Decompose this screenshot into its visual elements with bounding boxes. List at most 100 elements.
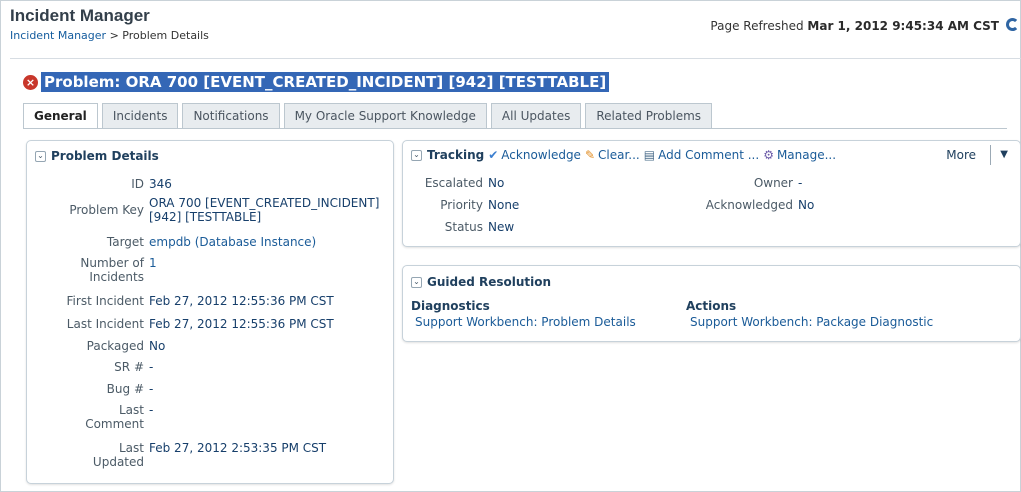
tracking-title: Tracking	[427, 148, 485, 162]
comment-icon: ▤	[643, 148, 656, 162]
number-of-incidents-value: 1	[149, 256, 157, 270]
id-label: ID	[131, 177, 144, 191]
problem-key-label: Problem Key	[69, 203, 144, 217]
field-escalated: Escalated No	[403, 176, 505, 190]
guided-resolution-header[interactable]: ⌄ Guided Resolution	[411, 275, 551, 289]
problem-details-panel: ⌄ Problem Details ID 346 Problem Key ORA…	[26, 140, 394, 484]
last-comment-label-line2: Comment	[85, 417, 144, 431]
header-divider	[10, 58, 1021, 59]
number-of-incidents-label-line2: Incidents	[89, 270, 144, 284]
field-last-updated: Last Updated Feb 27, 2012 2:53:35 PM CST	[27, 441, 326, 469]
page-refreshed: Page Refreshed Mar 1, 2012 9:45:34 AM CS…	[710, 19, 999, 33]
dropdown-arrow-icon[interactable]: ▼	[1000, 149, 1008, 160]
refresh-icon[interactable]	[1006, 18, 1019, 31]
number-of-incidents-link[interactable]: 1	[149, 256, 157, 270]
tab-related-problems[interactable]: Related Problems	[585, 103, 713, 128]
last-updated-label-line1: Last	[119, 441, 144, 455]
manage-label: Manage...	[776, 148, 837, 162]
refresh-label: Page Refreshed	[710, 19, 808, 33]
status-label: Status	[444, 220, 483, 234]
last-comment-value: -	[149, 403, 154, 417]
owner-label: Owner	[753, 176, 793, 190]
tab-incidents[interactable]: Incidents	[101, 103, 179, 128]
last-updated-value: Feb 27, 2012 2:53:35 PM CST	[149, 441, 327, 455]
refresh-time: Mar 1, 2012 9:45:34 AM CST	[807, 19, 999, 33]
sr-label: SR #	[114, 360, 144, 374]
field-problem-key: Problem Key	[27, 203, 149, 217]
owner-value: -	[798, 176, 803, 190]
more-menu-button[interactable]: More	[946, 148, 976, 162]
breadcrumb-incident-manager[interactable]: Incident Manager	[10, 29, 106, 42]
number-of-incidents-label-line1: Number of	[80, 256, 144, 270]
app-title: Incident Manager	[10, 6, 150, 25]
breadcrumb-current: Problem Details	[122, 29, 209, 42]
breadcrumb-separator: >	[106, 29, 123, 42]
field-id: ID 346	[27, 177, 172, 191]
support-workbench-problem-details-link[interactable]: Support Workbench: Problem Details	[415, 315, 636, 329]
guided-resolution-panel: ⌄ Guided Resolution Diagnostics Support …	[402, 265, 1021, 342]
problem-key-value-line2: [942] [TESTTABLE]	[149, 210, 262, 224]
escalated-value: No	[488, 176, 505, 190]
first-incident-label: First Incident	[66, 294, 144, 308]
tab-all-updates[interactable]: All Updates	[490, 103, 582, 128]
actions-heading: Actions	[686, 299, 737, 313]
packaged-value: No	[149, 339, 166, 353]
problem-title-bar: × Problem: ORA 700 [EVENT_CREATED_INCIDE…	[23, 71, 610, 93]
bug-value: -	[149, 382, 154, 396]
field-target: Target empdb (Database Instance)	[27, 235, 316, 249]
tab-bar: General Incidents Notifications My Oracl…	[23, 103, 716, 129]
support-workbench-package-diagnostic-link[interactable]: Support Workbench: Package Diagnostic	[690, 315, 933, 329]
field-last-incident: Last Incident Feb 27, 2012 12:55:36 PM C…	[27, 317, 334, 331]
collapse-chevron-icon[interactable]: ⌄	[35, 150, 46, 162]
tab-notifications[interactable]: Notifications	[182, 103, 280, 128]
add-comment-button[interactable]: ▤ Add Comment ...	[644, 148, 759, 162]
field-acknowledged: Acknowledged No	[663, 198, 815, 212]
acknowledge-button[interactable]: ✔ Acknowledge	[488, 148, 581, 162]
last-updated-label: Last Updated	[27, 441, 149, 469]
manage-users-icon: ⚙	[763, 148, 774, 162]
last-incident-value: Feb 27, 2012 12:55:36 PM CST	[149, 317, 334, 331]
escalated-label: Escalated	[424, 176, 483, 190]
problem-details-title: Problem Details	[51, 149, 159, 163]
field-first-incident: First Incident Feb 27, 2012 12:55:36 PM …	[27, 294, 334, 308]
last-updated-label-line2: Updated	[92, 455, 144, 469]
breadcrumb: Incident Manager > Problem Details	[10, 29, 209, 42]
priority-value: None	[488, 198, 520, 212]
field-number-of-incidents: Number of Incidents	[27, 256, 149, 284]
packaged-label: Packaged	[86, 339, 144, 353]
target-label: Target	[106, 235, 144, 249]
last-incident-label: Last Incident	[66, 317, 144, 331]
problem-key-value-line1: ORA 700 [EVENT_CREATED_INCIDENT]	[149, 196, 380, 210]
clear-button[interactable]: ✎ Clear...	[585, 148, 640, 162]
field-priority: Priority None	[403, 198, 519, 212]
collapse-chevron-icon[interactable]: ⌄	[411, 276, 422, 288]
eraser-icon: ✎	[584, 148, 595, 162]
tab-general[interactable]: General	[23, 103, 98, 129]
number-of-incidents-label: Number of Incidents	[27, 256, 149, 284]
problem-title: Problem: ORA 700 [EVENT_CREATED_INCIDENT…	[41, 72, 610, 92]
manage-button[interactable]: ⚙ Manage...	[763, 148, 836, 162]
last-comment-label-line1: Last	[119, 403, 144, 417]
field-status: Status New	[403, 220, 514, 234]
target-link[interactable]: empdb (Database Instance)	[149, 235, 316, 249]
collapse-chevron-icon[interactable]: ⌄	[411, 149, 422, 161]
field-owner: Owner -	[663, 176, 803, 190]
acknowledged-value: No	[798, 198, 815, 212]
error-icon: ×	[23, 74, 38, 90]
field-packaged: Packaged No	[27, 339, 166, 353]
acknowledge-label: Acknowledge	[501, 148, 581, 162]
tabs-underline	[23, 128, 1007, 129]
checkmark-icon: ✔	[488, 148, 499, 162]
bug-label: Bug #	[106, 382, 144, 396]
field-bug-number: Bug # -	[27, 382, 154, 396]
clear-label: Clear...	[598, 148, 640, 162]
problem-key-value: ORA 700 [EVENT_CREATED_INCIDENT] [942] […	[149, 196, 379, 224]
tab-my-oracle-support-knowledge[interactable]: My Oracle Support Knowledge	[283, 103, 487, 128]
problem-details-header[interactable]: ⌄ Problem Details	[35, 149, 159, 163]
sr-value: -	[149, 360, 154, 374]
diagnostics-heading: Diagnostics	[411, 299, 490, 313]
add-comment-label: Add Comment ...	[658, 148, 760, 162]
tracking-header: ⌄ Tracking ✔ Acknowledge ✎ Clear... ▤ Ad…	[411, 148, 836, 162]
tracking-panel: ⌄ Tracking ✔ Acknowledge ✎ Clear... ▤ Ad…	[402, 140, 1021, 247]
first-incident-value: Feb 27, 2012 12:55:36 PM CST	[149, 294, 334, 308]
